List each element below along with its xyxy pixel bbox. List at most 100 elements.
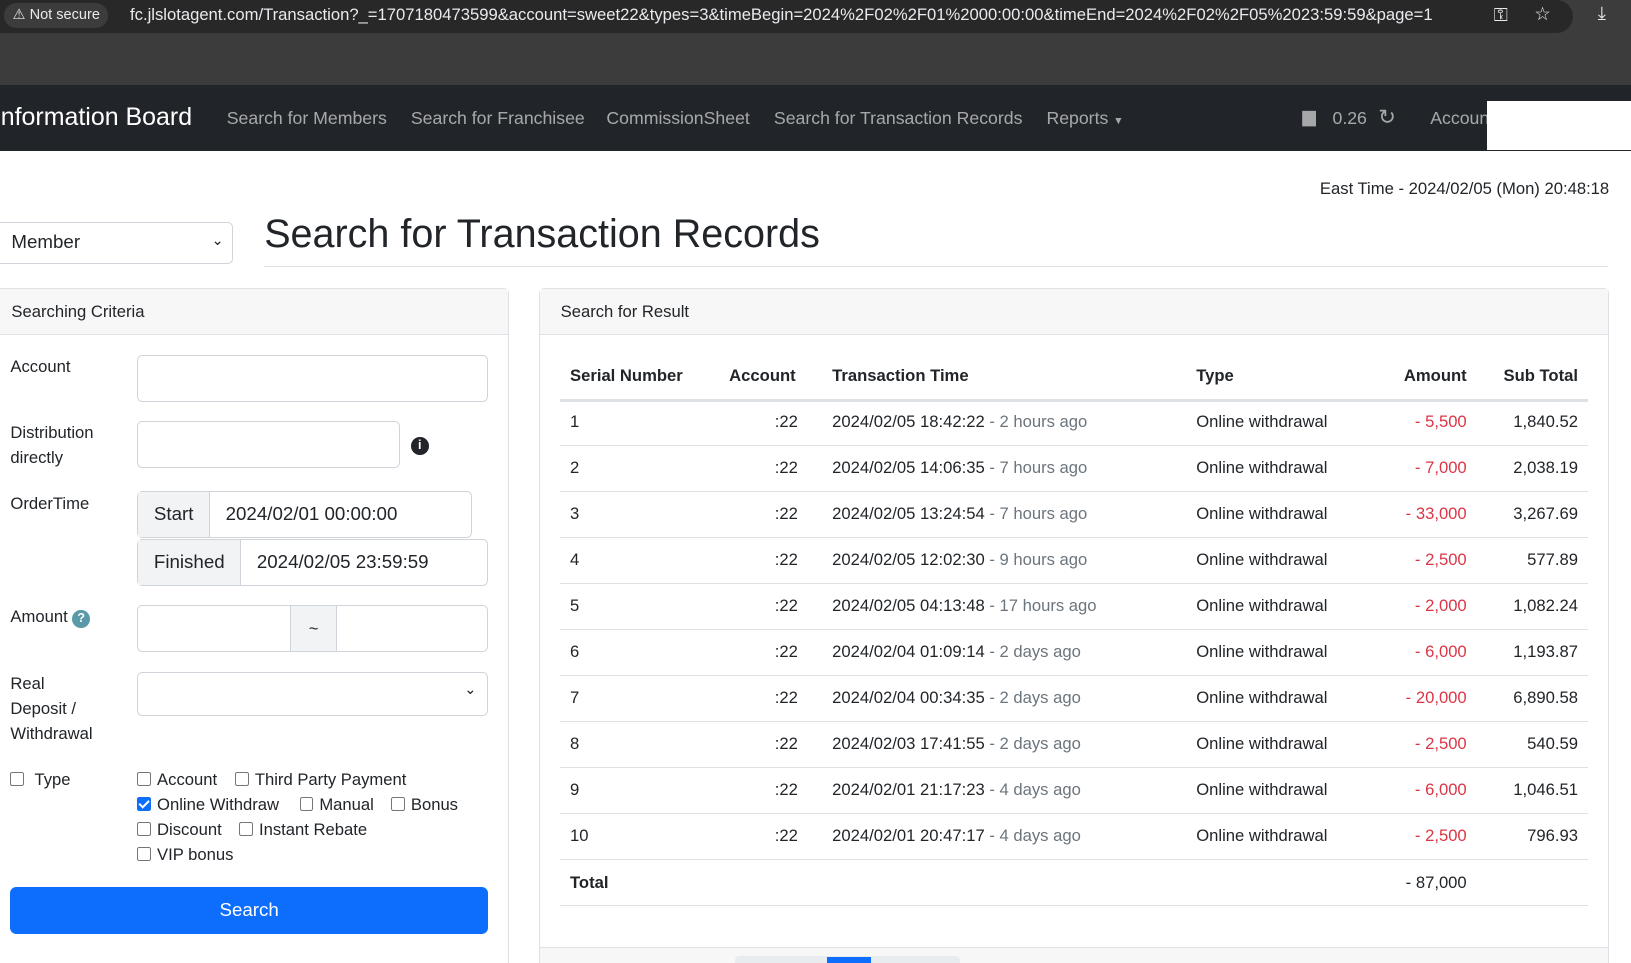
checkbox-label: Bonus — [410, 794, 458, 814]
total-amount: - 87,000 — [1405, 872, 1467, 892]
search-button[interactable]: Search — [10, 887, 488, 935]
row-type: Online withdrawal — [1196, 457, 1328, 477]
row-serial: 2 — [570, 457, 580, 477]
row-type: Online withdrawal — [1196, 549, 1328, 569]
row-time: 2024/02/05 04:13:48 - 17 hours ago — [832, 596, 1096, 616]
checkbox[interactable] — [137, 822, 151, 836]
col-account: Account — [729, 366, 796, 386]
row-amount: - 20,000 — [1405, 687, 1467, 707]
row-serial: 4 — [570, 549, 580, 569]
type-manual[interactable]: Manual — [299, 795, 374, 815]
caret-down-icon: ▼ — [1113, 116, 1124, 128]
time-ago: - 2 days ago — [989, 733, 1081, 753]
info-icon[interactable]: i — [410, 436, 429, 455]
row-divider — [559, 629, 1589, 631]
member-select-value: Member — [11, 230, 81, 252]
row-time: 2024/02/04 01:09:14 - 2 days ago — [832, 642, 1081, 662]
star-icon[interactable]: ☆ — [1534, 3, 1551, 25]
finished-time-input[interactable]: 2024/02/05 23:59:59 — [241, 540, 444, 585]
row-subtotal: 3,267.69 — [1513, 503, 1578, 523]
row-subtotal: 1,046.51 — [1513, 779, 1578, 799]
row-serial: 6 — [570, 641, 580, 661]
row-divider — [559, 537, 1589, 539]
checkbox[interactable] — [235, 772, 249, 786]
row-serial: 1 — [570, 411, 580, 431]
row-amount: - 2,000 — [1414, 595, 1467, 615]
row-type: Online withdrawal — [1196, 411, 1328, 431]
refresh-icon[interactable]: ↻ — [1378, 105, 1395, 130]
security-chip[interactable]: ⚠ Not secure — [4, 3, 109, 29]
nav-search-members[interactable]: Search for Members — [227, 108, 387, 129]
account-input[interactable] — [137, 354, 488, 402]
checkbox[interactable] — [239, 822, 253, 836]
type-bonus[interactable]: Bonus — [391, 795, 458, 815]
real-label-line1: Real — [10, 673, 45, 693]
row-account[interactable]: :22 — [775, 458, 798, 478]
url-text[interactable]: fc.jlslotagent.com/Transaction?_=1707180… — [130, 5, 1433, 25]
row-time: 2024/02/05 14:06:35 - 7 hours ago — [832, 458, 1087, 478]
row-account[interactable]: :22 — [775, 780, 798, 800]
checkbox-checked[interactable] — [137, 797, 151, 811]
row-subtotal: 796.93 — [1527, 825, 1578, 845]
nav-transaction-records[interactable]: Search for Transaction Records — [774, 108, 1023, 129]
checkbox-label: Account — [157, 769, 218, 789]
type-third-party[interactable]: Third Party Payment — [235, 770, 406, 790]
time-ago: - 2 hours ago — [989, 411, 1088, 431]
type-toggle[interactable]: Type — [10, 769, 71, 790]
header-divider — [559, 399, 1589, 402]
type-online-withdraw[interactable]: Online Withdraw — [137, 795, 279, 815]
nav-reports-dropdown[interactable]: Reports ▼ — [1046, 108, 1123, 129]
checkbox[interactable] — [137, 847, 151, 861]
key-icon[interactable]: ⚿ — [1494, 4, 1508, 26]
type-discount[interactable]: Discount — [137, 820, 222, 840]
row-account[interactable]: :22 — [775, 642, 798, 662]
type-vip-bonus[interactable]: VIP bonus — [137, 845, 233, 865]
real-deposit-select[interactable]: ⌄ — [137, 671, 488, 716]
page-1-button[interactable] — [826, 956, 871, 963]
bookmarks-bar — [0, 36, 1631, 86]
row-account[interactable]: :22 — [775, 504, 798, 524]
nav-commission-sheet[interactable]: CommissionSheet — [606, 108, 749, 129]
row-type: Online withdrawal — [1196, 503, 1328, 523]
type-label: Type — [34, 769, 71, 789]
row-serial: 8 — [570, 733, 580, 753]
row-account[interactable]: :22 — [775, 734, 798, 754]
row-subtotal: 6,890.58 — [1513, 687, 1578, 707]
chevron-down-icon: ⌄ — [464, 682, 477, 699]
member-select[interactable]: Member ⌄ — [0, 221, 233, 265]
row-amount: - 5,500 — [1414, 411, 1467, 431]
download-icon[interactable]: ⤓ — [1598, 2, 1606, 24]
brand[interactable]: Information Board — [0, 103, 192, 132]
real-label-line2: Deposit / — [10, 698, 76, 718]
type-account[interactable]: Account — [137, 770, 217, 790]
criteria-header: Searching Criteria — [0, 289, 508, 335]
row-subtotal: 540.59 — [1527, 733, 1578, 753]
checkbox[interactable] — [137, 772, 151, 786]
type-checkbox[interactable] — [10, 772, 24, 786]
type-instant-rebate[interactable]: Instant Rebate — [239, 820, 367, 840]
amount-max-input[interactable] — [337, 606, 487, 651]
distribution-input[interactable] — [137, 421, 401, 469]
checkbox[interactable] — [299, 797, 314, 811]
row-account[interactable]: :22 — [775, 412, 798, 432]
start-time-input[interactable]: 2024/02/01 00:00:00 — [210, 492, 413, 537]
amount-min-input[interactable] — [138, 606, 292, 652]
row-account[interactable]: :22 — [775, 688, 798, 708]
col-amount: Amount — [1403, 366, 1467, 386]
checkbox[interactable] — [391, 797, 405, 811]
row-amount: - 33,000 — [1405, 503, 1467, 523]
row-serial: 10 — [570, 825, 589, 845]
nav-search-franchisee[interactable]: Search for Franchisee — [411, 108, 585, 129]
help-icon[interactable]: ? — [72, 610, 90, 629]
col-type: Type — [1196, 366, 1234, 386]
row-account[interactable]: :22 — [775, 596, 798, 616]
row-account[interactable]: :22 — [775, 826, 798, 846]
time-value: 2024/02/04 01:09:14 — [832, 641, 985, 661]
row-amount: - 6,000 — [1414, 779, 1467, 799]
nav-account[interactable]: Accoun — [1430, 108, 1489, 129]
row-amount: - 6,000 — [1414, 641, 1467, 661]
row-account[interactable]: :22 — [775, 550, 798, 570]
checkbox-label: Instant Rebate — [258, 819, 368, 839]
time-value: 2024/02/05 14:06:35 — [832, 457, 985, 477]
account-label: Account — [10, 356, 71, 376]
